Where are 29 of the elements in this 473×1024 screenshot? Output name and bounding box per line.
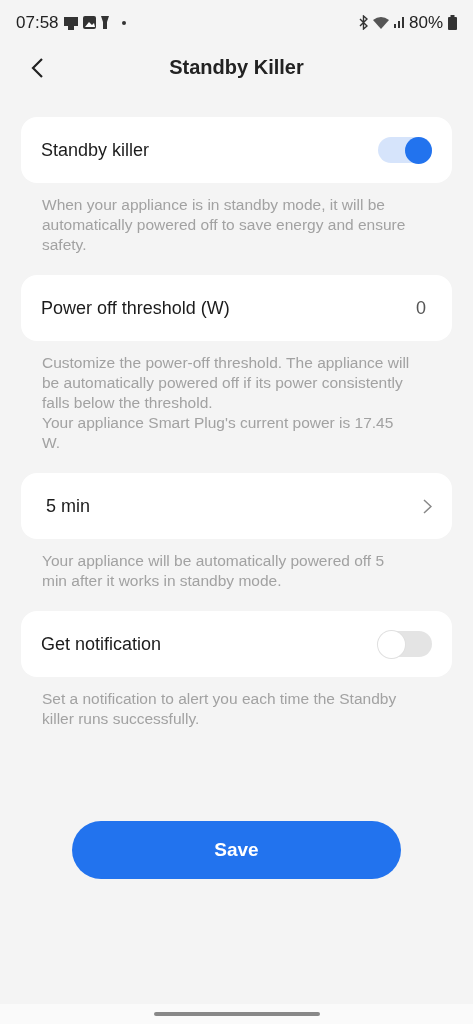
setting-description: When your appliance is in standby mode, it will be automatically powered off to save energy and ensure safety. <box>41 195 407 255</box>
monitor-icon <box>63 15 78 30</box>
image-icon <box>82 16 96 29</box>
battery-icon <box>448 15 457 30</box>
setting-label: Get notification <box>41 633 163 655</box>
status-time: 07:58 <box>16 12 59 33</box>
save-button[interactable]: Save <box>72 821 401 879</box>
setting-card[interactable]: Standby killer <box>21 117 452 183</box>
setting-description: Customize the power-off threshold. The appliance will be automatically powered off if its power consistently falls below the threshold. Your appliance Smart Plug's current power is 17.45 W. <box>41 353 411 453</box>
setting-description: Your appliance will be automatically powered off 5 min after it works in standby mode. <box>41 551 386 591</box>
setting-value: 0 <box>416 297 427 319</box>
flashlight-icon <box>100 16 109 29</box>
setting-card[interactable]: 5 min <box>21 473 452 539</box>
dot-icon <box>121 20 126 25</box>
page-title: Standby Killer <box>169 55 304 79</box>
setting-card[interactable]: Power off threshold (W) 0 <box>21 275 452 341</box>
setting-description: Set a notification to alert you each time the Standby killer runs successfully. <box>41 689 398 729</box>
wifi-icon <box>372 16 389 29</box>
battery-percent: 80% <box>408 12 443 33</box>
bluetooth-icon <box>358 15 368 30</box>
chevron-left-icon <box>30 57 44 79</box>
toggle-switch[interactable] <box>378 137 432 163</box>
signal-icon <box>393 17 404 28</box>
setting-label: Standby killer <box>41 139 151 161</box>
chevron-right-icon <box>423 498 432 514</box>
setting-card[interactable]: Get notification <box>21 611 452 677</box>
setting-label: 5 min <box>45 495 91 517</box>
setting-label: Power off threshold (W) <box>41 297 231 319</box>
toggle-switch[interactable] <box>378 631 432 657</box>
